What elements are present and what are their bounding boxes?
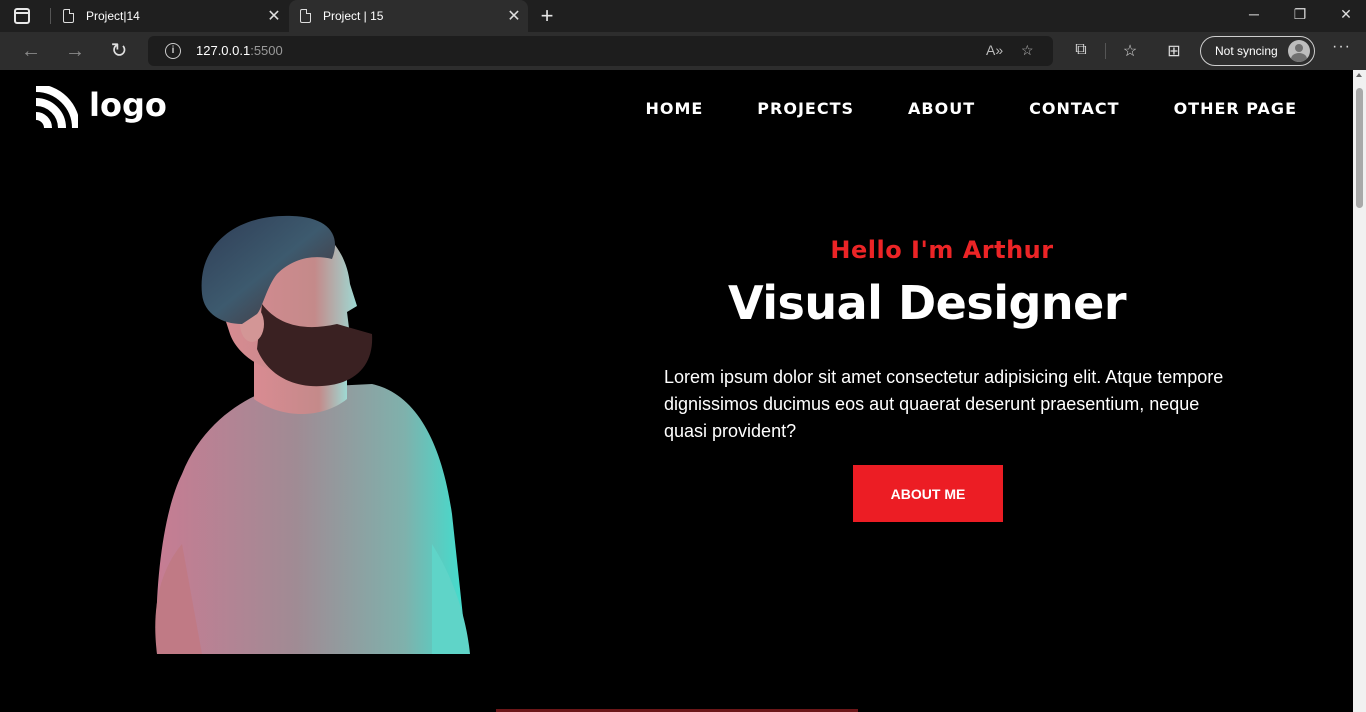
minimize-icon[interactable]: ─	[1244, 6, 1264, 22]
close-window-icon[interactable]: ✕	[1336, 6, 1356, 23]
nav-link-projects[interactable]: PROJECTS	[757, 99, 854, 118]
nav-link-about[interactable]: ABOUT	[908, 99, 975, 118]
url-host: 127.0.0.1	[196, 43, 251, 58]
tab-title: Project|14	[86, 9, 140, 23]
main-nav: HOME PROJECTS ABOUT CONTACT OTHER PAGE	[591, 99, 1297, 118]
tab-title: Project | 15	[323, 9, 384, 23]
forward-icon[interactable]: →	[64, 40, 86, 62]
avatar	[1288, 40, 1310, 62]
profile-label: Not syncing	[1215, 44, 1278, 58]
new-tab-button[interactable]: +	[536, 3, 558, 29]
collections-icon[interactable]: ⊞	[1164, 41, 1184, 61]
nav-link-contact[interactable]: CONTACT	[1029, 99, 1119, 118]
logo-text: logo	[89, 86, 167, 124]
browser-tab[interactable]: Project|14 ✕	[52, 0, 288, 32]
nav-link-other-page[interactable]: OTHER PAGE	[1174, 99, 1297, 118]
site-logo[interactable]: logo	[34, 86, 167, 130]
more-menu-icon[interactable]: ···	[1332, 38, 1351, 56]
tab-divider	[50, 8, 51, 24]
url-text[interactable]: 127.0.0.1:5500	[196, 43, 283, 58]
tab-actions-icon[interactable]	[14, 8, 30, 24]
favorites-icon[interactable]: ☆	[1120, 41, 1140, 61]
nav-link-home[interactable]: HOME	[645, 99, 703, 118]
read-aloud-icon[interactable]: A»	[986, 42, 1003, 58]
hero-greeting: Hello I'm Arthur	[830, 236, 1054, 264]
logo-icon	[35, 86, 78, 129]
extensions-icon[interactable]: ⧉	[1071, 41, 1091, 59]
browser-tab-active[interactable]: Project | 15 ✕	[289, 0, 528, 32]
page-icon	[300, 9, 311, 23]
address-toolbar: ← → ↻ i 127.0.0.1:5500 A» ☆ ⧉ ☆ ⊞ Not sy…	[0, 32, 1366, 70]
close-tab-icon[interactable]: ✕	[500, 6, 528, 26]
page-viewport: logo HOME PROJECTS ABOUT CONTACT OTHER P…	[2, 70, 1353, 712]
scrollbar-thumb[interactable]	[1356, 88, 1363, 208]
browser-tab-bar: Project|14 ✕ Project | 15 ✕ + ─ ❐ ✕	[0, 0, 1366, 32]
portrait-image	[155, 215, 470, 654]
about-me-button[interactable]: ABOUT ME	[853, 465, 1003, 522]
hero-description: Lorem ipsum dolor sit amet consectetur a…	[664, 367, 1224, 441]
back-icon[interactable]: ←	[20, 40, 42, 62]
page-scrollbar[interactable]	[1353, 70, 1366, 712]
reload-icon[interactable]: ↻	[108, 40, 130, 62]
restore-icon[interactable]: ❐	[1290, 6, 1310, 23]
toolbar-divider	[1105, 43, 1106, 59]
address-bar[interactable]: i 127.0.0.1:5500 A» ☆	[148, 36, 1053, 66]
scroll-up-icon[interactable]	[1356, 73, 1362, 77]
profile-button[interactable]: Not syncing	[1200, 36, 1315, 66]
site-info-icon[interactable]: i	[165, 43, 181, 59]
url-port: :5500	[250, 43, 283, 58]
close-tab-icon[interactable]: ✕	[260, 6, 288, 26]
page-icon	[63, 9, 74, 23]
add-favorite-icon[interactable]: ☆	[1021, 42, 1034, 59]
hero-title: Visual Designer	[727, 276, 1127, 330]
